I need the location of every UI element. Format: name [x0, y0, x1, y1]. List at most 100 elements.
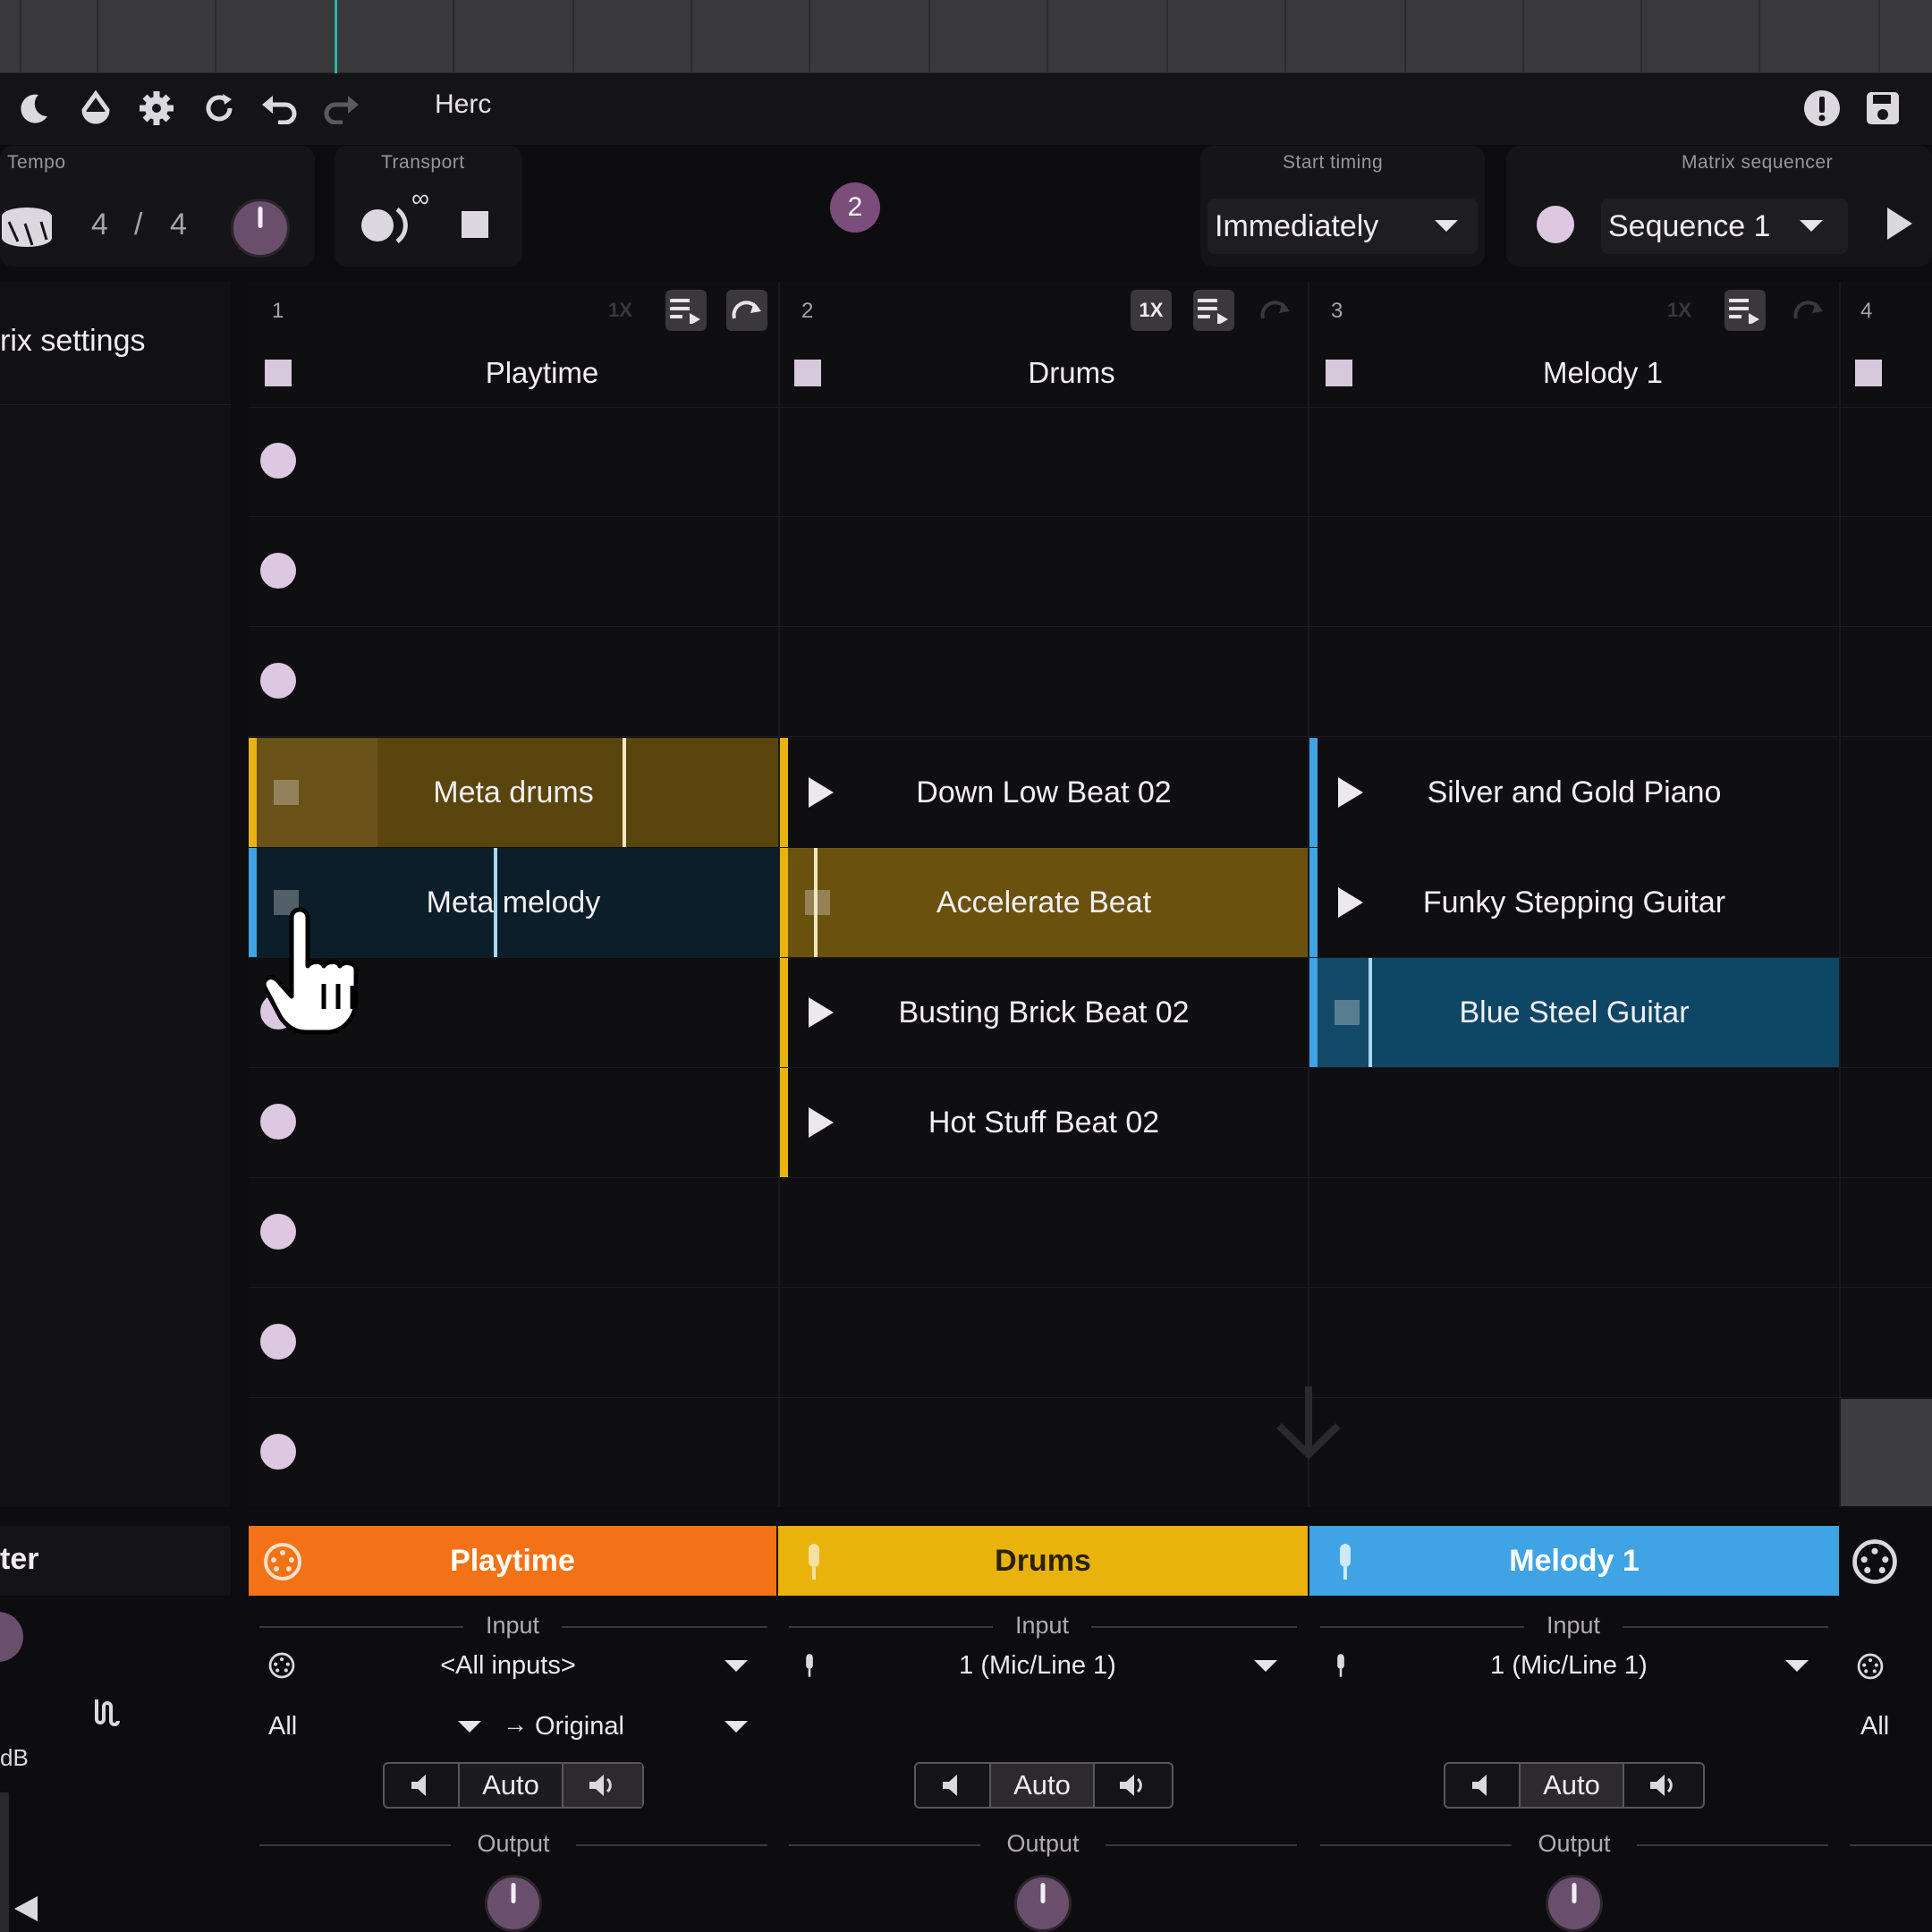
monitor-auto-button[interactable]: Auto [460, 1764, 564, 1807]
record-slot-button[interactable] [260, 1434, 296, 1470]
playlist-icon[interactable] [1724, 290, 1766, 331]
monitor-auto-button[interactable]: Auto [1521, 1764, 1624, 1807]
play-once-toggle[interactable]: 1X [1667, 299, 1691, 322]
sequence-play-button[interactable] [1887, 208, 1912, 240]
drum-icon[interactable] [0, 199, 54, 249]
clip-color-bar [780, 738, 788, 847]
speaker-on-icon[interactable] [1095, 1764, 1172, 1807]
track-header-melody[interactable]: Melody 1 [1309, 1526, 1839, 1596]
column-title-1[interactable]: Playtime [408, 356, 676, 390]
record-slot-button[interactable] [260, 553, 296, 589]
loop-play-icon[interactable] [358, 200, 411, 249]
play-icon[interactable] [809, 1107, 834, 1138]
output-volume-knob[interactable] [1546, 1875, 1603, 1932]
clip-blue-steel-guitar[interactable]: Blue Steel Guitar [1309, 958, 1839, 1067]
time-sig-denominator[interactable]: 4 [170, 208, 187, 242]
clip-stop-button[interactable] [805, 890, 830, 915]
input-select[interactable]: <All inputs> [259, 1644, 767, 1687]
undo-icon[interactable] [258, 86, 302, 131]
record-slot-button[interactable] [260, 1324, 296, 1360]
output-volume-knob[interactable] [485, 1875, 542, 1932]
input-value: 1 (Mic/Line 1) [959, 1651, 1116, 1680]
input-select[interactable]: 1 (Mic/Line 1) [789, 1644, 1297, 1687]
speaker-off-icon[interactable] [1445, 1764, 1521, 1807]
start-timing-dropdown[interactable]: Immediately [1208, 199, 1478, 254]
chevron-down-icon [1254, 1660, 1277, 1672]
play-icon[interactable] [809, 997, 834, 1028]
time-sig-numerator[interactable]: 4 [91, 208, 108, 242]
sequence-dropdown[interactable]: Sequence 1 [1601, 199, 1848, 254]
sidebar-knob[interactable] [0, 1612, 23, 1662]
output-volume-knob[interactable] [1014, 1875, 1072, 1932]
clip-color-bar [1309, 738, 1318, 847]
playlist-icon[interactable] [1193, 290, 1234, 331]
moon-icon[interactable] [11, 86, 55, 131]
play-once-toggle[interactable]: 1X [608, 299, 632, 322]
record-slot-button[interactable] [260, 663, 296, 699]
play-icon[interactable] [809, 777, 834, 808]
column-title-3[interactable]: Melody 1 [1469, 356, 1737, 390]
column-stop-button[interactable] [265, 360, 292, 386]
play-icon[interactable] [1338, 887, 1363, 918]
speaker-on-icon[interactable] [564, 1764, 642, 1807]
midi-icon[interactable] [1852, 1538, 1898, 1589]
mapping-select[interactable]: Original [530, 1705, 767, 1748]
loop-icon[interactable] [726, 290, 767, 331]
record-sequence-button[interactable] [1537, 206, 1574, 243]
gear-icon[interactable] [134, 86, 179, 131]
transport-stop-button[interactable] [462, 211, 488, 238]
play-once-toggle[interactable]: 1X [1131, 290, 1172, 331]
drop-icon[interactable] [73, 86, 118, 131]
speaker-off-icon[interactable] [385, 1764, 460, 1807]
column-title-2[interactable]: Drums [937, 356, 1206, 390]
speaker-off-icon[interactable] [916, 1764, 991, 1807]
clip-meta-drums[interactable]: Meta drums [249, 738, 778, 847]
routing-icon[interactable] [91, 1696, 122, 1731]
speaker-on-icon[interactable] [1624, 1764, 1703, 1807]
loop-icon[interactable] [1792, 297, 1825, 328]
loop-icon[interactable] [1259, 297, 1292, 328]
playlist-icon[interactable] [665, 290, 707, 331]
clip-hot-stuff-beat[interactable]: Hot Stuff Beat 02 [780, 1068, 1308, 1177]
clip-silver-gold-piano[interactable]: Silver and Gold Piano [1309, 738, 1839, 847]
redo-icon[interactable] [318, 86, 363, 131]
column-number-1: 1 [272, 299, 284, 323]
warning-icon[interactable] [1800, 86, 1844, 131]
tempo-knob[interactable] [231, 199, 290, 258]
save-icon[interactable] [1860, 86, 1905, 131]
column-stop-button[interactable] [1326, 360, 1352, 386]
column-stop-button[interactable] [1855, 360, 1882, 386]
collapse-left-icon[interactable] [14, 1896, 38, 1921]
input-select[interactable]: 1 (Mic/Line 1) [1320, 1644, 1828, 1687]
clip-color-bar [780, 848, 788, 957]
clip-label: Hot Stuff Beat 02 [928, 1105, 1160, 1140]
clip-stop-button[interactable] [1335, 1000, 1360, 1025]
scrollbar-thumb[interactable] [1841, 1399, 1932, 1506]
clip-label: Meta melody [426, 885, 601, 919]
record-slot-button[interactable] [260, 443, 296, 479]
clip-accelerate-beat[interactable]: Accelerate Beat [780, 848, 1308, 957]
track-header-playtime[interactable]: Playtime [249, 1526, 776, 1596]
row-divider [249, 1287, 1932, 1288]
record-slot-button[interactable] [260, 1214, 296, 1250]
channel-value[interactable]: All [1860, 1712, 1889, 1741]
track-header-drums[interactable]: Drums [778, 1526, 1308, 1596]
column-stop-button[interactable] [794, 360, 821, 386]
arrow-right-icon: → [503, 1710, 528, 1738]
clip-label: Meta drums [433, 775, 594, 809]
chevron-down-icon [1785, 1660, 1809, 1672]
matrix-settings-label[interactable]: rix settings [0, 324, 146, 359]
clip-stop-button[interactable] [274, 780, 299, 805]
clip-down-low-beat[interactable]: Down Low Beat 02 [780, 738, 1308, 847]
clip-funky-stepping-guitar[interactable]: Funky Stepping Guitar [1309, 848, 1839, 957]
play-icon[interactable] [1338, 777, 1363, 808]
monitor-auto-button[interactable]: Auto [991, 1764, 1095, 1807]
record-slot-button[interactable] [260, 1104, 296, 1140]
refresh-icon[interactable] [197, 86, 242, 131]
monitor-toggle[interactable]: Auto [914, 1762, 1174, 1809]
clip-busting-brick-beat[interactable]: Busting Brick Beat 02 [780, 958, 1308, 1067]
monitor-toggle[interactable]: Auto [383, 1762, 644, 1809]
timeline-ruler[interactable] [0, 0, 1932, 73]
monitor-toggle[interactable]: Auto [1444, 1762, 1705, 1809]
channel-select[interactable]: All [259, 1705, 492, 1748]
